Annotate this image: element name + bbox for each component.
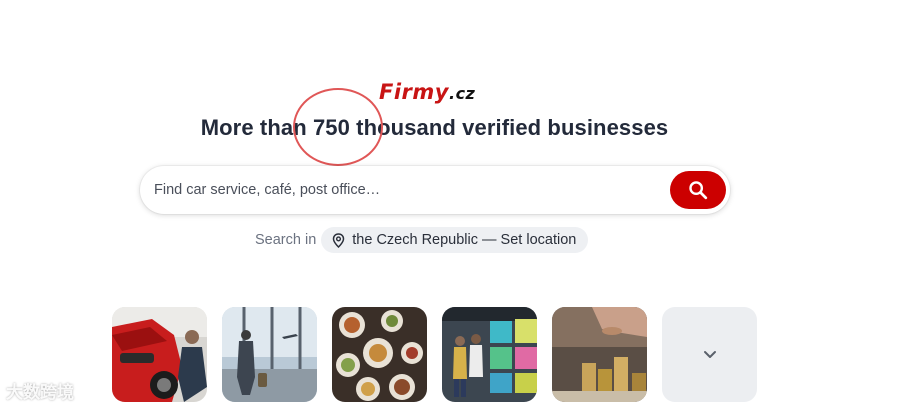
category-tiles: [112, 307, 772, 402]
electronics-store-photo: [442, 307, 537, 402]
category-tile-electronics[interactable]: [442, 307, 537, 402]
firmy-logo[interactable]: Firmy.cz: [379, 80, 491, 110]
map-pin-icon: [333, 232, 345, 248]
search-button[interactable]: [670, 171, 726, 209]
page-headline: More than 750 thousand verified business…: [200, 115, 669, 140]
search-bar: [140, 166, 730, 214]
highlight-circle-annotation: [293, 88, 383, 166]
set-location-button[interactable]: the Czech Republic — Set location: [321, 227, 589, 253]
search-in-label: Search in: [255, 232, 317, 248]
logo-name: Firmy: [379, 80, 449, 104]
airport-travel-photo: [222, 307, 317, 402]
search-icon: [689, 181, 708, 200]
car-service-photo: [112, 307, 207, 402]
finance-coins-photo: [552, 307, 647, 402]
search-input[interactable]: [154, 176, 664, 204]
location-value: the Czech Republic — Set location: [352, 232, 577, 248]
category-tile-finance[interactable]: [552, 307, 647, 402]
location-row: Search in the Czech Republic — Set locat…: [255, 227, 589, 253]
watermark: 大数跨境: [6, 383, 74, 402]
food-restaurant-photo: [332, 307, 427, 402]
logo-suffix: .cz: [448, 84, 476, 103]
category-tile-car-service[interactable]: [112, 307, 207, 402]
logo-wordmark: Firmy.cz: [379, 80, 475, 104]
category-tile-food[interactable]: [332, 307, 427, 402]
category-tile-travel[interactable]: [222, 307, 317, 402]
chevron-down-icon: [703, 350, 716, 358]
more-categories-button[interactable]: [662, 307, 757, 402]
